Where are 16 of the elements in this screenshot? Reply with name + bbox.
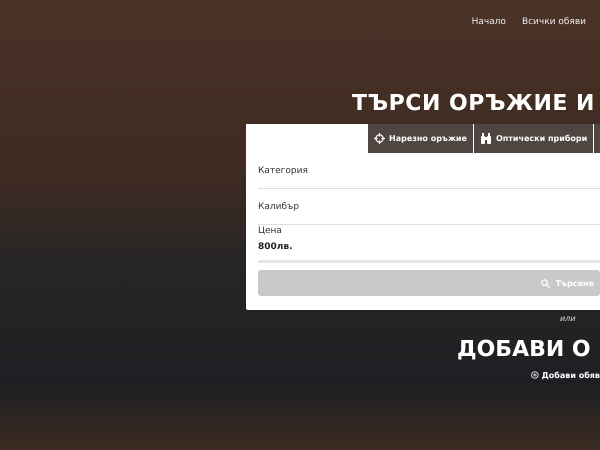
or-text: или [560, 314, 577, 325]
binoculars-icon [480, 133, 492, 144]
add-listing-link[interactable]: Добави обяв [531, 370, 600, 380]
category-tab[interactable]: Нарезно оръжие [368, 124, 473, 153]
select-field[interactable]: Категория [258, 153, 600, 189]
nav-link[interactable]: Начало [472, 17, 506, 30]
category-tab[interactable]: Оптически прибори [474, 124, 594, 153]
nav-link[interactable]: Всички обяви [522, 17, 586, 30]
select-field[interactable]: Калибър [258, 189, 600, 225]
add-heading: ДОБАВИ О [457, 336, 592, 364]
price-label: Цена [258, 226, 283, 236]
plus-circle-icon [531, 370, 539, 380]
crosshair-icon [374, 133, 385, 144]
search-icon [540, 278, 550, 288]
search-heading: ТЪРСИ ОРЪЖИЕ И [352, 90, 596, 118]
price-value: 800лв. [258, 242, 294, 252]
